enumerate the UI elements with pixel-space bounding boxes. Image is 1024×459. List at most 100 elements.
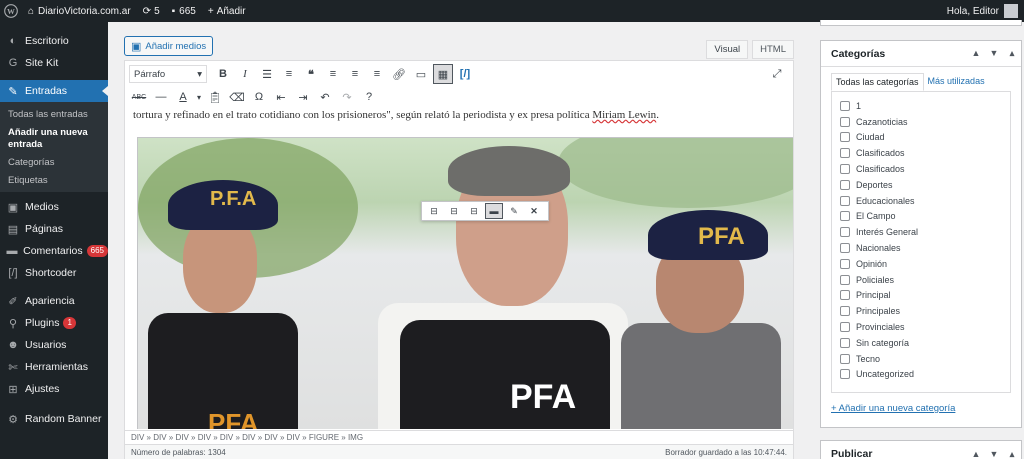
bold-icon[interactable]: B [213, 64, 233, 84]
read-more-icon[interactable]: ▭ [411, 64, 431, 84]
category-checkbox[interactable] [840, 353, 850, 364]
italic-icon[interactable]: I [235, 64, 255, 84]
help-icon[interactable]: ? [359, 87, 379, 107]
category-checkbox[interactable] [840, 258, 850, 269]
align-none-icon[interactable]: ▬ [485, 203, 503, 219]
list-item[interactable]: Interés General [840, 224, 1010, 240]
bullet-list-icon[interactable]: ☰ [257, 64, 277, 84]
list-item[interactable]: Cazanoticias [840, 114, 1010, 130]
category-checkbox[interactable] [840, 179, 850, 190]
category-checkbox[interactable] [840, 337, 850, 348]
category-checkbox[interactable] [840, 274, 850, 285]
submenu-todas-entradas[interactable]: Todas las entradas [0, 106, 108, 124]
list-item[interactable]: Nacionales [840, 240, 1010, 256]
horizontal-line-icon[interactable]: — [151, 87, 171, 107]
align-right-icon[interactable]: ≡ [367, 64, 387, 84]
list-item[interactable]: Clasificados [840, 145, 1010, 161]
category-checkbox[interactable] [840, 116, 850, 127]
tab-all-categories[interactable]: Todas las categorías [831, 73, 924, 91]
sidebar-item-paginas[interactable]: ▤ Páginas [0, 218, 108, 240]
sidebar-item-medios[interactable]: ▣ Medios [0, 196, 108, 218]
redo-icon[interactable]: ↷ [337, 87, 357, 107]
strikethrough-icon[interactable]: ABC [129, 87, 149, 107]
category-checkbox[interactable] [840, 195, 850, 206]
shortcoder-icon[interactable]: [/] [455, 64, 475, 84]
wordpress-logo-icon[interactable]: W [0, 0, 22, 22]
format-select[interactable]: Párrafo ▾ [129, 65, 207, 83]
list-item[interactable]: 1 [840, 98, 1010, 114]
list-item[interactable]: Principal [840, 288, 1010, 304]
updates-link[interactable]: ⟳ 5 [137, 0, 166, 22]
list-item[interactable]: Uncategorized [840, 367, 1010, 383]
chevron-up-icon[interactable]: ▲ [967, 449, 985, 459]
sidebar-item-plugins[interactable]: ⚲ Plugins 1 [0, 312, 108, 334]
new-content-link[interactable]: + Añadir [202, 0, 252, 22]
sidebar-item-random-banner[interactable]: ⚙ Random Banner [0, 408, 108, 430]
text-color-icon[interactable]: A [173, 87, 193, 107]
align-right-icon[interactable]: ⊟ [465, 203, 483, 219]
tab-html[interactable]: HTML [752, 40, 794, 59]
sidebar-item-entradas[interactable]: ✎ Entradas [0, 80, 108, 102]
paste-text-icon[interactable]: 📋︎ [205, 87, 225, 107]
blockquote-icon[interactable]: ❝ [301, 64, 321, 84]
category-checkbox[interactable] [840, 211, 850, 222]
category-checkbox[interactable] [840, 227, 850, 238]
category-checkbox[interactable] [840, 132, 850, 143]
list-item[interactable]: Principales [840, 303, 1010, 319]
chevron-down-icon[interactable]: ▼ [985, 48, 1003, 59]
category-checkbox[interactable] [840, 290, 850, 301]
close-icon[interactable]: ✕ [525, 203, 543, 219]
submenu-categorias[interactable]: Categorías [0, 154, 108, 172]
list-item[interactable]: Deportes [840, 177, 1010, 193]
article-photo[interactable]: P.F.A PFA PFA PFA [138, 138, 793, 429]
sidebar-item-herramientas[interactable]: ✄ Herramientas [0, 356, 108, 378]
site-name-link[interactable]: ⌂ DiarioVictoria.com.ar [22, 0, 137, 22]
category-checkbox[interactable] [840, 164, 850, 175]
list-item[interactable]: Policiales [840, 272, 1010, 288]
chevron-up-icon[interactable]: ▲ [967, 48, 985, 59]
align-center-icon[interactable]: ⊟ [445, 203, 463, 219]
list-item[interactable]: Sin categoría [840, 335, 1010, 351]
tab-most-used[interactable]: Más utilizadas [924, 73, 989, 91]
submenu-anadir-entrada[interactable]: Añadir una nueva entrada [0, 124, 100, 154]
chevron-down-icon[interactable]: ▼ [985, 449, 1003, 459]
comments-link[interactable]: ▪ 665 [166, 0, 202, 22]
collapse-toggle-icon[interactable]: ▴ [1003, 48, 1021, 59]
list-item[interactable]: Ciudad [840, 130, 1010, 146]
chevron-down-icon[interactable]: ▾ [195, 87, 203, 107]
add-new-category-link[interactable]: + Añadir una nueva categoría [831, 403, 1011, 414]
sidebar-item-usuarios[interactable]: ☻ Usuarios [0, 334, 108, 356]
category-checkbox[interactable] [840, 306, 850, 317]
category-checkbox[interactable] [840, 100, 850, 111]
toolbar-toggle-icon[interactable]: ▦ [433, 64, 453, 84]
outdent-icon[interactable]: ⇤ [271, 87, 291, 107]
sidebar-item-apariencia[interactable]: ✐ Apariencia [0, 290, 108, 312]
category-checkbox[interactable] [840, 322, 850, 333]
numbered-list-icon[interactable]: ≡ [279, 64, 299, 84]
collapse-toggle-icon[interactable]: ▴ [1003, 449, 1021, 459]
submenu-etiquetas[interactable]: Etiquetas [0, 172, 108, 190]
categories-box-header[interactable]: Categorías ▲ ▼ ▴ [821, 41, 1021, 67]
sidebar-item-escritorio[interactable]: ◐ Escritorio [0, 30, 108, 52]
list-item[interactable]: Provinciales [840, 319, 1010, 335]
pencil-icon[interactable]: ✎ [505, 203, 523, 219]
fullscreen-icon[interactable]: ⤢ [767, 64, 787, 84]
list-item[interactable]: Clasificados [840, 161, 1010, 177]
sidebar-item-comentarios[interactable]: ▬ Comentarios 665 [0, 240, 108, 262]
tab-visual[interactable]: Visual [706, 40, 749, 59]
clear-formatting-icon[interactable]: ⌫ [227, 87, 247, 107]
add-media-button[interactable]: ▣ Añadir medios [124, 36, 214, 56]
category-checkbox[interactable] [840, 148, 850, 159]
category-checkbox[interactable] [840, 369, 850, 380]
undo-icon[interactable]: ↶ [315, 87, 335, 107]
link-icon[interactable]: 🔗︎ [389, 64, 409, 84]
sidebar-item-ajustes[interactable]: ⊞ Ajustes [0, 378, 108, 400]
list-item[interactable]: Tecno [840, 351, 1010, 367]
sidebar-item-shortcoder[interactable]: [/] Shortcoder [0, 262, 108, 284]
list-item[interactable]: El Campo [840, 209, 1010, 225]
publish-box-header[interactable]: Publicar ▲ ▼ ▴ [821, 441, 1021, 459]
list-item[interactable]: Opinión [840, 256, 1010, 272]
my-account-link[interactable]: Hola, Editor [941, 0, 1024, 22]
indent-icon[interactable]: ⇥ [293, 87, 313, 107]
align-center-icon[interactable]: ≡ [345, 64, 365, 84]
